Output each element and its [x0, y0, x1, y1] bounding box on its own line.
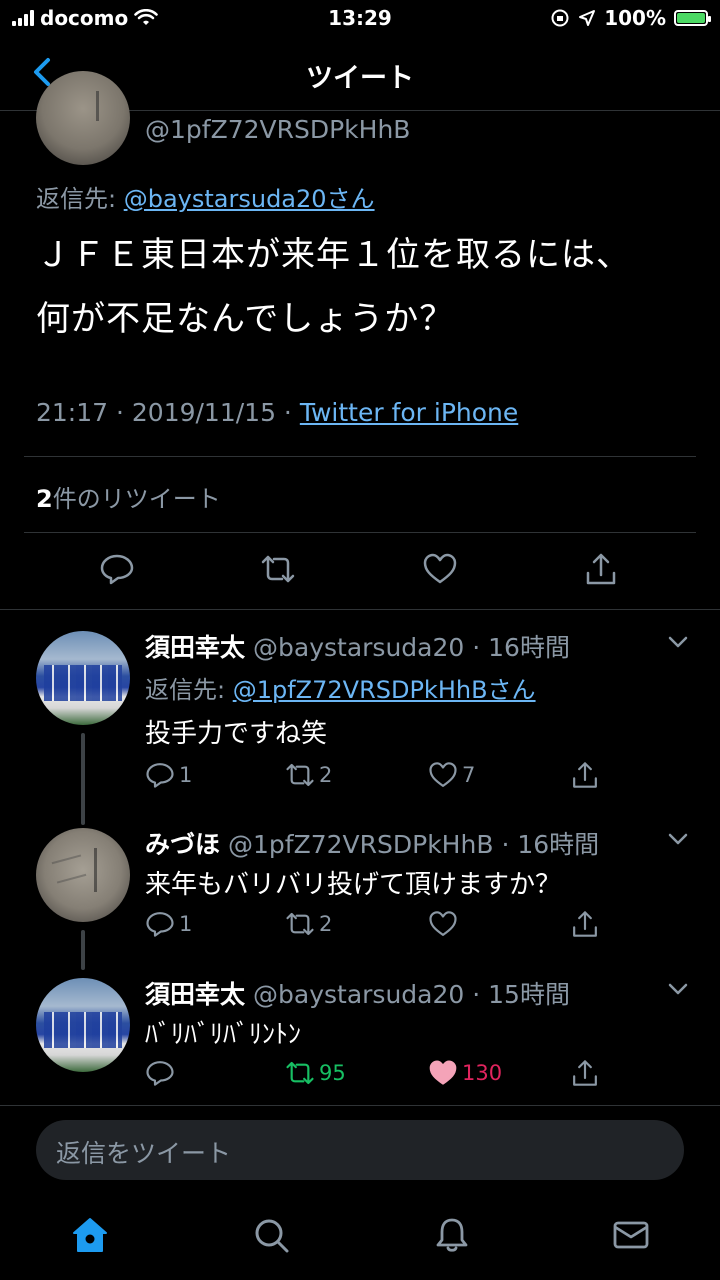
bell-icon[interactable] [432, 1215, 472, 1255]
share-icon [573, 911, 597, 937]
reply-action-bar: 95 130 [145, 1058, 625, 1090]
user-handle[interactable]: @1pfZ72VRSDPkHhB [145, 115, 410, 144]
retweet-icon[interactable] [260, 551, 296, 587]
battery-icon [674, 10, 711, 26]
reply-text: ﾊﾞﾘﾊﾞﾘﾊﾞﾘﾝﾄﾝ [145, 1020, 302, 1050]
status-right: 100% [550, 6, 711, 30]
reply-icon [146, 763, 174, 788]
tweet-text-line: 何が不足なんでしょうか？ [36, 299, 455, 339]
avatar[interactable] [36, 978, 130, 1072]
status-bar: docomo 13:29 100% [0, 0, 720, 36]
share-button[interactable] [570, 1058, 600, 1088]
share-icon [573, 1060, 597, 1086]
like-button[interactable]: 7 [428, 760, 475, 790]
home-icon[interactable] [70, 1215, 110, 1255]
reply-header: みづほ @1pfZ72VRSDPkHhB · 16時間 [145, 825, 599, 861]
retweet-count-row[interactable]: 2件のリツイート [36, 479, 221, 514]
like-icon [429, 762, 457, 787]
display-name[interactable]: みづほ [145, 830, 220, 859]
retweet-button[interactable]: 2 [285, 760, 332, 790]
user-handle[interactable]: @baystarsuda20 [253, 633, 464, 662]
reply-to-line: 返信先: @1pfZ72VRSDPkHhBさん [145, 670, 536, 705]
reply-text: 投手力ですね笑 [145, 719, 328, 749]
search-icon[interactable] [251, 1215, 291, 1255]
share-icon [573, 762, 597, 788]
like-icon [429, 911, 457, 936]
reply-time: · 16時間 [501, 830, 600, 859]
retweet-icon [286, 912, 314, 936]
tweet-meta: 21:17 · 2019/11/15 · Twitter for iPhone [36, 398, 518, 427]
share-icon[interactable] [583, 551, 619, 587]
location-icon [579, 10, 596, 26]
retweet-count: 2 [36, 485, 53, 513]
reply-to-link[interactable]: @baystarsuda20さん [124, 185, 375, 213]
reply-time: · 15時間 [472, 980, 570, 1009]
battery-percent: 100% [604, 6, 666, 30]
chevron-down-icon[interactable] [666, 827, 690, 851]
reply-header: 須田幸太 @baystarsuda20 · 15時間 [145, 975, 570, 1011]
display-name[interactable]: 須田幸太 [145, 633, 245, 662]
retweet-icon [286, 763, 314, 787]
reply-header: 須田幸太 @baystarsuda20 · 16時間 [145, 628, 570, 664]
reply-action-bar: 1 2 7 [145, 760, 625, 792]
reply-icon[interactable] [99, 551, 135, 587]
reply-time: · 16時間 [472, 633, 570, 662]
reply-action-bar: 1 2 [145, 909, 625, 941]
like-count: 7 [462, 763, 476, 787]
like-button[interactable] [428, 909, 462, 939]
tweet-action-bar [0, 551, 720, 591]
reply-count: 1 [179, 912, 193, 936]
thread-line [81, 733, 85, 825]
reply-to-link[interactable]: @1pfZ72VRSDPkHhBさん [233, 676, 536, 704]
reply-button[interactable]: 1 [145, 760, 192, 790]
divider [24, 532, 696, 533]
tweet-source-link[interactable]: Twitter for iPhone [300, 398, 518, 427]
display-name[interactable]: 須田幸太 [145, 980, 245, 1009]
tweet-text: ＪＦＥ東日本が来年１位を取るには、 何が不足なんでしょうか？ [36, 223, 686, 351]
reply-to-line: 返信先: @baystarsuda20さん [36, 179, 375, 214]
chevron-down-icon[interactable] [666, 977, 690, 1001]
retweet-button[interactable]: 2 [285, 909, 332, 939]
reply-text: 来年もバリバリ投げて頂けますか？ [145, 870, 562, 900]
reply-icon [146, 1061, 174, 1086]
like-button[interactable]: 130 [428, 1058, 502, 1088]
user-handle[interactable]: @baystarsuda20 [253, 980, 464, 1009]
thread-line [81, 930, 85, 970]
mail-icon[interactable] [611, 1215, 651, 1255]
avatar[interactable] [36, 71, 130, 165]
reply-to-prefix: 返信先: [36, 185, 124, 213]
like-count: 130 [462, 1061, 503, 1085]
like-icon[interactable] [422, 551, 458, 587]
reply-button[interactable]: 1 [145, 909, 192, 939]
like-icon [429, 1060, 457, 1085]
retweet-button[interactable]: 95 [285, 1058, 346, 1088]
user-handle[interactable]: @1pfZ72VRSDPkHhB [228, 830, 493, 859]
divider [24, 456, 696, 457]
retweet-count: 2 [319, 912, 333, 936]
reply-to-prefix: 返信先: [145, 676, 233, 704]
reply-count: 1 [179, 763, 193, 787]
reply-composer[interactable]: 返信をツイート [36, 1120, 684, 1180]
tweet-timestamp: 21:17 · 2019/11/15 · [36, 398, 300, 427]
avatar[interactable] [36, 631, 130, 725]
chevron-down-icon[interactable] [666, 630, 690, 654]
tweet-text-line: ＪＦＥ東日本が来年１位を取るには、 [36, 235, 631, 275]
reply-icon [146, 912, 174, 937]
reply-placeholder: 返信をツイート [56, 1139, 232, 1168]
share-button[interactable] [570, 760, 600, 790]
divider [0, 609, 720, 610]
tab-bar [0, 1195, 720, 1280]
retweet-count: 95 [319, 1061, 346, 1085]
divider [0, 1105, 720, 1106]
orientation-lock-icon [551, 9, 569, 27]
share-button[interactable] [570, 909, 600, 939]
retweet-count-label: 件のリツイート [52, 485, 221, 513]
retweet-icon [286, 1061, 314, 1085]
retweet-count: 2 [319, 763, 333, 787]
avatar[interactable] [36, 828, 130, 922]
reply-button[interactable] [145, 1058, 179, 1088]
